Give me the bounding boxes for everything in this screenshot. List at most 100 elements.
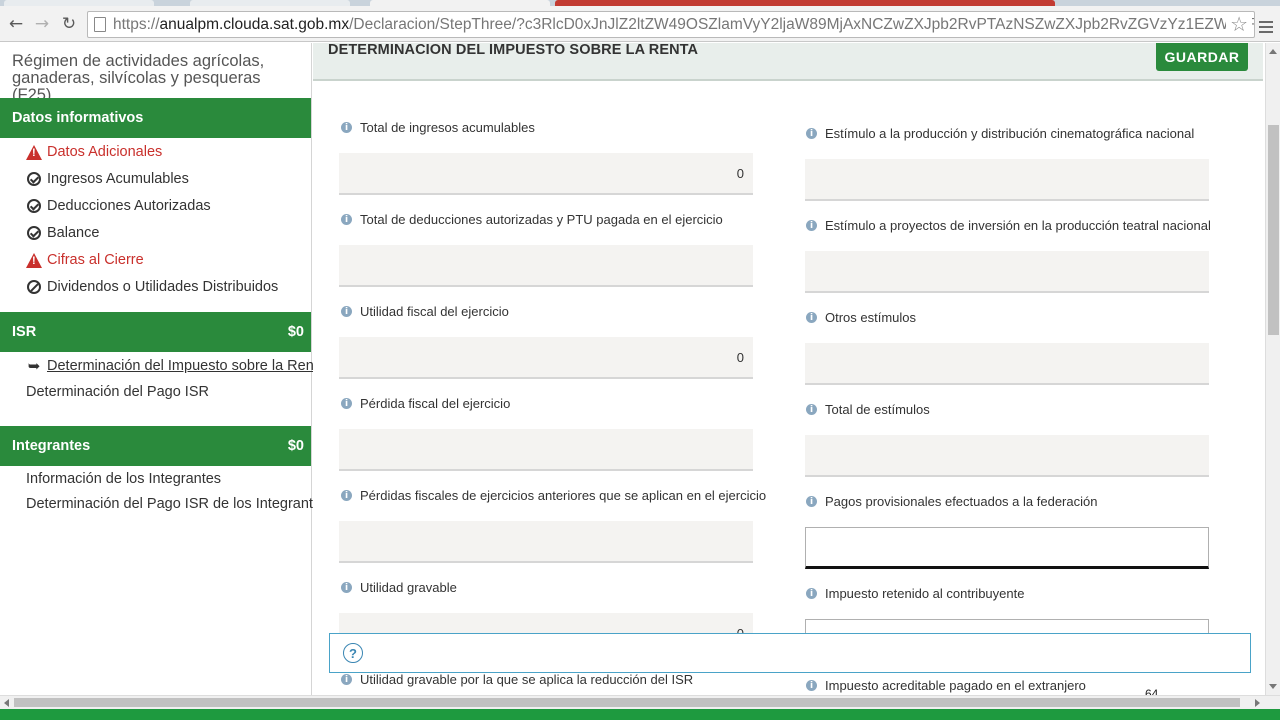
vertical-scrollbar[interactable]	[1265, 43, 1280, 695]
scrollbar-thumb[interactable]	[1268, 125, 1279, 335]
sidebar-item-datos-adicionales[interactable]: Datos Adicionales	[26, 144, 162, 160]
sidebar-item-determinacion-isr[interactable]: ➥ Determinación del Impuesto sobre la Re…	[26, 357, 326, 375]
scrollbar-thumb[interactable]	[14, 698, 1240, 707]
section-header-datos-informativos[interactable]: Datos informativos	[0, 98, 311, 138]
horizontal-scrollbar[interactable]	[0, 695, 1280, 709]
main-content: DETERMINACIÓN DEL IMPUESTO SOBRE LA RENT…	[313, 43, 1265, 695]
save-button[interactable]: GUARDAR	[1156, 43, 1248, 71]
pagos-provisionales-input[interactable]	[805, 527, 1209, 569]
reload-icon[interactable]: ↻	[58, 13, 80, 35]
section-header-integrantes[interactable]: Integrantes $0	[0, 426, 311, 466]
sidebar-item-cifras-al-cierre[interactable]: Cifras al Cierre	[26, 252, 144, 268]
sidebar-item-ingresos-acumulables[interactable]: Ingresos Acumulables	[26, 171, 189, 187]
total-estimulos-input[interactable]	[805, 435, 1209, 477]
info-icon[interactable]: i	[341, 674, 352, 685]
field-label: i Utilidad fiscal del ejercicio	[341, 304, 509, 319]
section-amount: $0	[287, 324, 304, 340]
estimulo-cinematografia-input[interactable]	[805, 159, 1209, 201]
address-bar[interactable]: https://anualpm.clouda.sat.gob.mx/Declar…	[87, 11, 1255, 38]
sidebar-item-label: Dividendos o Utilidades Distribuidos	[47, 279, 279, 295]
back-arrow-icon[interactable]: ←	[5, 13, 27, 35]
otros-estimulos-input[interactable]	[805, 343, 1209, 385]
forward-arrow-icon[interactable]: →	[31, 13, 53, 35]
estimulo-teatral-input[interactable]	[805, 251, 1209, 293]
field-label: i Total de estímulos	[806, 402, 930, 417]
sidebar-item-label: Datos Adicionales	[47, 144, 163, 160]
url-domain: anualpm.clouda.sat.gob.mx	[159, 15, 350, 33]
sidebar-item-pago-isr[interactable]: Determinación del Pago ISR	[26, 384, 209, 400]
info-icon[interactable]: i	[341, 214, 352, 225]
browser-menu-icon[interactable]	[1257, 18, 1275, 36]
help-icon[interactable]: ?	[343, 643, 363, 663]
sidebar-item-label: Cifras al Cierre	[47, 252, 144, 268]
field-label: i Pagos provisionales efectuados a la fed…	[806, 494, 1097, 509]
section-label: Datos informativos	[12, 110, 144, 126]
sidebar-item-deducciones-autorizadas[interactable]: Deducciones Autorizadas	[26, 198, 211, 214]
total-ingresos-input[interactable]: 0	[339, 153, 753, 195]
info-icon[interactable]: i	[341, 490, 352, 501]
info-icon[interactable]: i	[341, 122, 352, 133]
info-icon[interactable]: i	[806, 128, 817, 139]
warning-icon	[26, 144, 42, 160]
sidebar-item-label: Determinación del Pago ISR de los Integr…	[26, 496, 329, 512]
perdida-fiscal-input[interactable]	[339, 429, 753, 471]
info-icon[interactable]: i	[341, 582, 352, 593]
sidebar-item-label: Ingresos Acumulables	[47, 171, 189, 187]
section-amount: $0	[287, 438, 304, 454]
check-circle-icon	[26, 225, 42, 241]
field-label: i Pérdidas fiscales de ejercicios anterio…	[341, 488, 766, 503]
url-path: /Declaracion/StepThree/?c3RlcD0xJnJlZ2lt…	[349, 15, 1255, 33]
sidebar-item-dividendos[interactable]: Dividendos o Utilidades Distribuidos	[26, 279, 278, 295]
help-bar: ?	[329, 633, 1251, 673]
perdidas-anteriores-input[interactable]	[339, 521, 753, 563]
field-label: i Pérdida fiscal del ejercicio	[341, 396, 510, 411]
utilidad-fiscal-input[interactable]: 0	[339, 337, 753, 379]
field-label: i Utilidad gravable	[341, 580, 457, 595]
scroll-down-icon[interactable]	[1269, 684, 1277, 689]
sidebar-item-label: Deducciones Autorizadas	[47, 198, 211, 214]
ban-icon	[26, 279, 42, 295]
section-label: Integrantes	[12, 438, 91, 454]
taskbar	[0, 709, 1280, 720]
info-icon[interactable]: i	[806, 588, 817, 599]
total-deducciones-input[interactable]	[339, 245, 753, 287]
info-icon[interactable]: i	[806, 496, 817, 507]
info-icon[interactable]: i	[806, 312, 817, 323]
section-header: DETERMINACIÓN DEL IMPUESTO SOBRE LA RENT…	[313, 43, 1263, 81]
section-label: ISR	[12, 324, 37, 340]
warning-icon	[26, 252, 42, 268]
sidebar-item-balance[interactable]: Balance	[26, 225, 99, 241]
info-icon[interactable]: i	[806, 404, 817, 415]
browser-toolbar: ← → ↻ https://anualpm.clouda.sat.gob.mx /…	[0, 6, 1280, 42]
info-icon[interactable]: i	[341, 398, 352, 409]
section-header-isr[interactable]: ISR $0	[0, 312, 311, 352]
sidebar-item-label: Información de los Integrantes	[26, 471, 222, 487]
scroll-up-icon[interactable]	[1269, 49, 1277, 54]
field-label: i Estímulo a proyectos de inversión en la…	[806, 218, 1211, 233]
field-label: i Impuesto acreditable pagado en el extra…	[806, 678, 1086, 693]
field-label: i Utilidad gravable por la que se aplica …	[341, 672, 693, 687]
scroll-left-icon[interactable]	[4, 699, 9, 707]
page-title: DETERMINACIÓN DEL IMPUESTO SOBRE LA RENT…	[328, 43, 699, 58]
sidebar-item-label: Determinación del Pago ISR	[26, 384, 209, 400]
sidebar-item-label: Balance	[47, 225, 100, 241]
field-label: i Total de deducciones autorizadas y PTU …	[341, 212, 723, 227]
info-icon[interactable]: i	[806, 220, 817, 231]
check-circle-icon	[26, 198, 42, 214]
field-label: i Estímulo a la producción y distribución…	[806, 126, 1194, 141]
sidebar: Régimen de actividades agrícolas, ganade…	[0, 43, 328, 695]
sidebar-item-label: Determinación del Impuesto sobre la Rent…	[47, 358, 326, 374]
sidebar-item-informacion-integrantes[interactable]: Información de los Integrantes	[26, 471, 221, 487]
scroll-right-icon[interactable]	[1255, 699, 1260, 707]
field-label: i Otros estímulos	[806, 310, 916, 325]
info-icon[interactable]: i	[341, 306, 352, 317]
field-label: i Total de ingresos acumulables	[341, 120, 535, 135]
sidebar-item-pago-isr-integrantes[interactable]: Determinación del Pago ISR de los Integr…	[26, 496, 328, 512]
bookmark-star-icon[interactable]: ☆	[1226, 12, 1252, 36]
url-prefix: https://	[113, 15, 160, 33]
field-label: i Impuesto retenido al contribuyente	[806, 586, 1024, 601]
page-icon	[94, 17, 106, 32]
check-circle-icon	[26, 171, 42, 187]
info-icon[interactable]: i	[806, 680, 817, 691]
sign-in-icon: ➥	[27, 357, 41, 375]
